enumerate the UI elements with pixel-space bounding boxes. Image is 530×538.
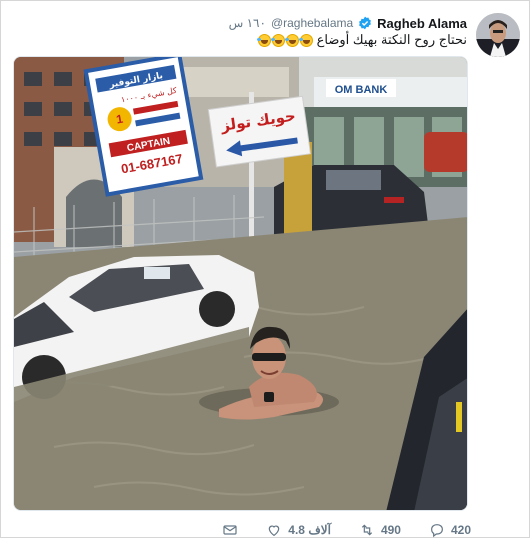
like-count: 4.8 آلاف xyxy=(288,523,331,537)
reply-action[interactable]: 420 xyxy=(429,522,471,538)
store-sign: بازار التوفير كل شيء بـ ١٠٠٠ 1 CAPTAIN 0… xyxy=(83,57,204,197)
tweet-header: Ragheb Alama @raghebalama ١٦٠ س xyxy=(229,14,467,32)
laughing-emoji-icon xyxy=(298,33,313,47)
bank-sign-text: OM BANK xyxy=(335,84,388,96)
laughing-emoji-group xyxy=(256,33,313,47)
heart-icon xyxy=(269,525,280,537)
reply-icon xyxy=(431,524,443,538)
avatar[interactable] xyxy=(476,13,520,57)
user-handle[interactable]: @raghebalama xyxy=(271,16,353,30)
tweet-text-body: نحتاج روح النكتة بهيك أوضاع xyxy=(316,32,467,47)
laughing-emoji-icon xyxy=(256,33,271,47)
tweet-timestamp[interactable]: ١٦٠ س xyxy=(229,16,266,30)
envelope-icon xyxy=(223,525,237,535)
tweet-actions: 420 490 4.8 آلاف xyxy=(1,521,471,538)
tweet-text: نحتاج روح النكتة بهيك أوضاع xyxy=(256,31,467,49)
laughing-emoji-icon xyxy=(270,33,285,47)
retweet-action[interactable]: 490 xyxy=(359,522,401,538)
tweet-photo[interactable]: OM BANK بازار التوفير كل شيء بـ ١٠٠٠ 1 C… xyxy=(13,56,468,511)
tools-sign: حويك تولز xyxy=(207,95,312,168)
direct-message-action[interactable] xyxy=(222,522,238,538)
laughing-emoji-icon xyxy=(284,33,299,47)
retweet-icon xyxy=(361,524,373,536)
flood-street-photo: OM BANK بازار التوفير كل شيء بـ ١٠٠٠ 1 C… xyxy=(14,57,467,510)
retweet-count: 490 xyxy=(380,523,401,537)
reply-count: 420 xyxy=(450,523,471,537)
verified-badge-icon xyxy=(359,16,372,30)
tweet-card: Ragheb Alama @raghebalama ١٦٠ س نحتاج رو… xyxy=(0,0,530,538)
like-action[interactable]: 4.8 آلاف xyxy=(266,522,331,538)
user-name[interactable]: Ragheb Alama xyxy=(377,16,467,31)
